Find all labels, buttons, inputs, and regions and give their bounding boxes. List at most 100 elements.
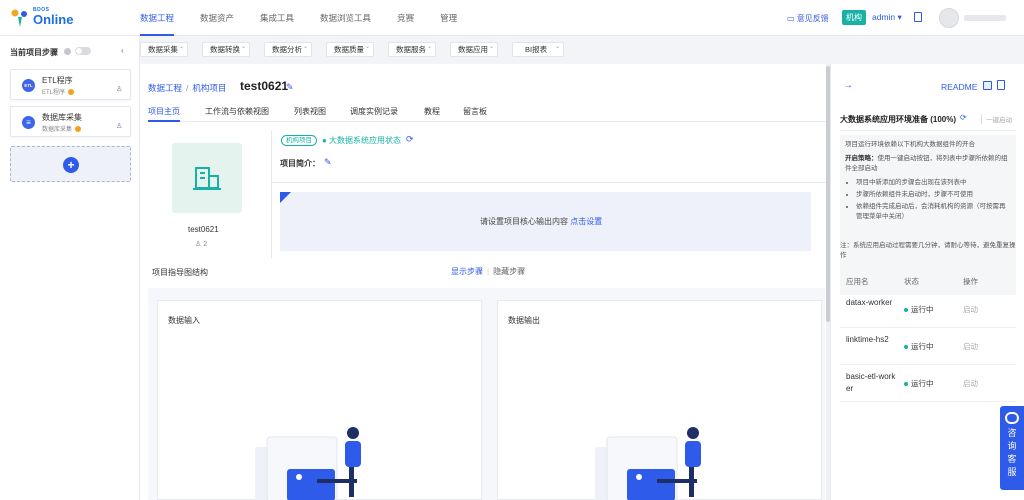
feedback-link[interactable]: ▭ 意见反馈 (787, 13, 829, 24)
step-card-etl[interactable]: ETL ETL程序 ETL程序 ♙ (10, 69, 131, 100)
apps-table: 应用名 状态 操作 datax-worker 运行中 启动 linktime-h… (840, 269, 1016, 402)
user-menu[interactable]: admin ▾ (872, 12, 902, 23)
steps-toggle[interactable] (75, 47, 91, 55)
refresh-icon[interactable]: ⟳ (406, 134, 414, 145)
nav-data-browse-tools[interactable]: 数据浏览工具 (320, 0, 371, 36)
dd-data-app[interactable]: 数据应用 (450, 41, 498, 57)
avatar[interactable] (939, 8, 959, 28)
env-status[interactable]: ● 大数据系统应用状态 (322, 135, 401, 146)
project-avatar[interactable] (172, 143, 242, 213)
main-content: 数据工程 / 机构项目 test0621 ✎ 项目主页 工作流与依赖视图 列表视图 … (140, 64, 830, 500)
app-name: basic-etl-worker (846, 372, 896, 393)
guide-area: 数据输入 数据输出 (148, 288, 825, 500)
crumb-parent[interactable]: 机构项目 (192, 83, 226, 93)
crumb-root[interactable]: 数据工程 (148, 83, 182, 93)
doc-icon[interactable] (914, 12, 922, 22)
tab-message-board[interactable]: 留言板 (463, 106, 487, 122)
consult-label: 咨询客服 (1007, 428, 1017, 477)
dd-bi-report[interactable]: BI报表 (512, 41, 565, 57)
divider (272, 182, 830, 183)
one-key-start-button[interactable]: 一键启动 (981, 114, 1012, 124)
chat-icon (1005, 412, 1019, 424)
feedback-label: 意见反馈 (796, 14, 829, 23)
note-strategy: 开启策略：使用一键启动按钮，将列表中步骤所依赖的组件全部启动 (845, 155, 1008, 172)
dd-data-service[interactable]: 数据服务 (388, 41, 436, 57)
user-icon: ♙ (195, 241, 204, 248)
nav-data-assets[interactable]: 数据资产 (200, 0, 234, 36)
nav-admin[interactable]: 管理 (440, 0, 457, 36)
org-badge[interactable]: 机构 (842, 10, 866, 25)
divider (271, 130, 272, 258)
step-card-db-collect[interactable]: ≡ 数据库采集 数据库采集 ♙ (10, 106, 131, 137)
edit-icon[interactable]: ✎ (286, 82, 294, 93)
tab-bar: 项目主页 工作流与依赖视图 列表视图 调度实例记录 教程 留言板 (148, 104, 830, 122)
tab-workflow-view[interactable]: 工作流与依赖视图 (205, 106, 269, 122)
table-row: linktime-hs2 运行中 启动 (840, 328, 1016, 365)
project-name: test0621 (188, 225, 219, 234)
add-step-card[interactable]: + (10, 146, 131, 182)
dd-data-quality[interactable]: 数据质量 (326, 41, 374, 57)
refresh-icon[interactable]: ⟳ (960, 113, 967, 122)
data-input-title: 数据输入 (168, 316, 200, 325)
start-button[interactable]: 启动 (963, 304, 978, 315)
divider (840, 130, 1016, 131)
doc-icon[interactable] (997, 80, 1005, 90)
app-name: linktime-hs2 (846, 335, 889, 344)
empty-illustration (255, 427, 361, 500)
add-step-button[interactable]: + (63, 157, 79, 173)
start-button[interactable]: 启动 (963, 341, 978, 352)
step-name: ETL程序 (42, 76, 73, 85)
warning-icon (68, 89, 75, 96)
nav-data-engineering[interactable]: 数据工程 (140, 0, 175, 36)
dd-data-analysis[interactable]: 数据分析 (264, 41, 312, 57)
data-input-card: 数据输入 (157, 300, 482, 500)
output-prompt: 请设置项目核心输出内容 点击设置 (480, 217, 603, 226)
right-panel: → README 大数据系统应用环境准备 (100%) ⟳ 一键启动 项目运行环… (830, 64, 1024, 500)
guide-controls: 显示步骤 | 隐藏步骤 (451, 267, 526, 276)
nav-integration-tools[interactable]: 集成工具 (260, 0, 294, 36)
empty-illustration (595, 427, 701, 500)
set-output-link[interactable]: 点击设置 (570, 217, 602, 226)
logo-icon (11, 9, 27, 27)
project-users: ♙ 2 (195, 241, 208, 248)
sub-nav: 数据采集 数据转换 数据分析 数据质量 数据服务 数据应用 BI报表 (140, 36, 1024, 64)
note-bullet: 项目中新添加的步骤会出现在该列表中 (856, 178, 1011, 188)
guide-title: 项目指导图结构 (152, 268, 208, 277)
user-icon: ♙ (116, 86, 123, 93)
dd-data-collect[interactable]: 数据采集 (140, 41, 188, 57)
note-bullet: 步骤所依赖组件未启动时，步骤不可使用 (856, 190, 1011, 200)
message-icon: ▭ (787, 14, 797, 23)
data-output-card: 数据输出 (497, 300, 822, 500)
hide-steps-link[interactable]: 隐藏步骤 (493, 267, 525, 276)
arrow-right-icon[interactable]: → (843, 80, 853, 91)
nav-competition[interactable]: 竞赛 (397, 0, 414, 36)
table-header: 应用名 状态 操作 (840, 269, 1016, 291)
edit-icon[interactable]: ✎ (324, 157, 332, 168)
tab-list-view[interactable]: 列表视图 (294, 106, 326, 122)
col-status: 状态 (904, 277, 919, 286)
building-icon (193, 167, 221, 190)
start-button[interactable]: 启动 (963, 378, 978, 389)
show-steps-link[interactable]: 显示步骤 (451, 267, 483, 276)
note-intro: 项目运行环境依赖以下机构大数据组件的开合 (845, 141, 975, 148)
breadcrumb: 数据工程 / 机构项目 (148, 83, 227, 93)
top-nav: 数据工程 数据资产 集成工具 数据浏览工具 竞赛 管理 (140, 0, 483, 36)
note-bullet: 依赖组件完成启动后，会消耗机构的资源（可按需再管理菜单中关闭） (856, 202, 1011, 222)
app-status: 运行中 (904, 341, 934, 352)
mail-icon[interactable] (983, 81, 992, 90)
tab-project-home[interactable]: 项目主页 (148, 106, 180, 122)
logo[interactable]: BDOS Online (10, 6, 80, 30)
dd-data-transform[interactable]: 数据转换 (202, 41, 250, 57)
data-output-title: 数据输出 (508, 316, 540, 325)
tab-tutorial[interactable]: 教程 (424, 106, 440, 122)
collapse-button[interactable]: ‹ (121, 46, 124, 55)
table-row: datax-worker 运行中 启动 (840, 291, 1016, 328)
readme-link[interactable]: README (941, 82, 977, 92)
info-dot-icon (64, 48, 71, 55)
top-bar: BDOS Online 数据工程 数据资产 集成工具 数据浏览工具 竞赛 管理 … (0, 0, 1024, 36)
tab-schedule-records[interactable]: 调度实例记录 (350, 106, 398, 122)
app-status: 运行中 (904, 378, 934, 389)
col-action: 操作 (963, 277, 978, 286)
page-title: test0621 (240, 79, 289, 93)
consult-service-button[interactable]: 咨询客服 (1000, 406, 1024, 490)
